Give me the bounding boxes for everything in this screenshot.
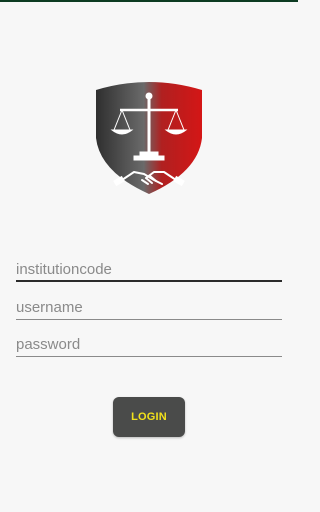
- institution-code-underline: [16, 280, 282, 282]
- institution-code-input[interactable]: [16, 258, 282, 280]
- username-field[interactable]: [16, 296, 282, 320]
- username-underline: [16, 319, 282, 320]
- status-bar: [0, 0, 298, 2]
- password-field[interactable]: [16, 333, 282, 357]
- login-screen: LOGIN: [0, 0, 298, 512]
- login-button[interactable]: LOGIN: [113, 397, 185, 437]
- password-underline: [16, 356, 282, 357]
- password-input[interactable]: [16, 333, 282, 355]
- username-input[interactable]: [16, 296, 282, 318]
- institution-code-field[interactable]: [16, 258, 282, 282]
- justice-shield-logo-icon: [92, 80, 206, 198]
